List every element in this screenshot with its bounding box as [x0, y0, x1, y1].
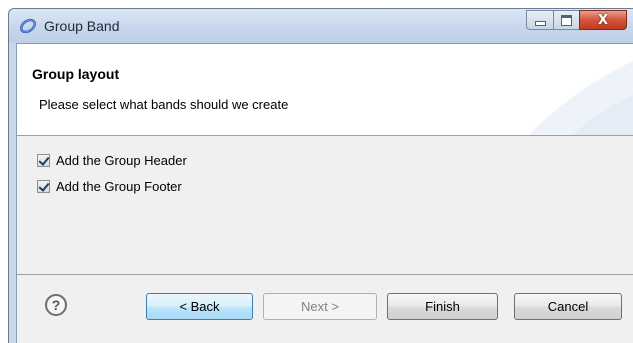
maximize-button[interactable] [553, 10, 580, 30]
footer-separator [17, 274, 633, 275]
next-button[interactable]: Next > [263, 293, 377, 320]
close-button[interactable]: X [579, 10, 627, 30]
group-header-option[interactable]: Add the Group Header [37, 153, 187, 168]
back-button[interactable]: < Back [146, 293, 253, 320]
app-icon [20, 18, 36, 34]
help-symbol: ? [51, 297, 61, 313]
minimize-button[interactable] [526, 10, 554, 30]
close-icon: X [597, 12, 609, 28]
page-title: Group layout [32, 66, 120, 82]
group-footer-option[interactable]: Add the Group Footer [37, 179, 182, 194]
window-title: Group Band [44, 18, 120, 34]
dialog-window: Group Band X Group layout Please select … [8, 8, 633, 343]
dialog-content: Group layout Please select what bands sh… [16, 43, 633, 343]
title-bar[interactable]: Group Band X [9, 9, 633, 43]
group-footer-checkbox[interactable] [37, 180, 50, 193]
group-header-label: Add the Group Header [56, 153, 187, 168]
group-footer-label: Add the Group Footer [56, 179, 182, 194]
cancel-button[interactable]: Cancel [514, 293, 622, 320]
maximize-icon [561, 14, 572, 26]
group-header-checkbox[interactable] [37, 154, 50, 167]
wizard-header: Group layout Please select what bands sh… [17, 44, 633, 136]
header-decoration [528, 61, 633, 135]
finish-button[interactable]: Finish [387, 293, 498, 320]
page-description: Please select what bands should we creat… [39, 97, 289, 112]
help-icon[interactable]: ? [45, 294, 67, 316]
minimize-icon [534, 21, 546, 26]
